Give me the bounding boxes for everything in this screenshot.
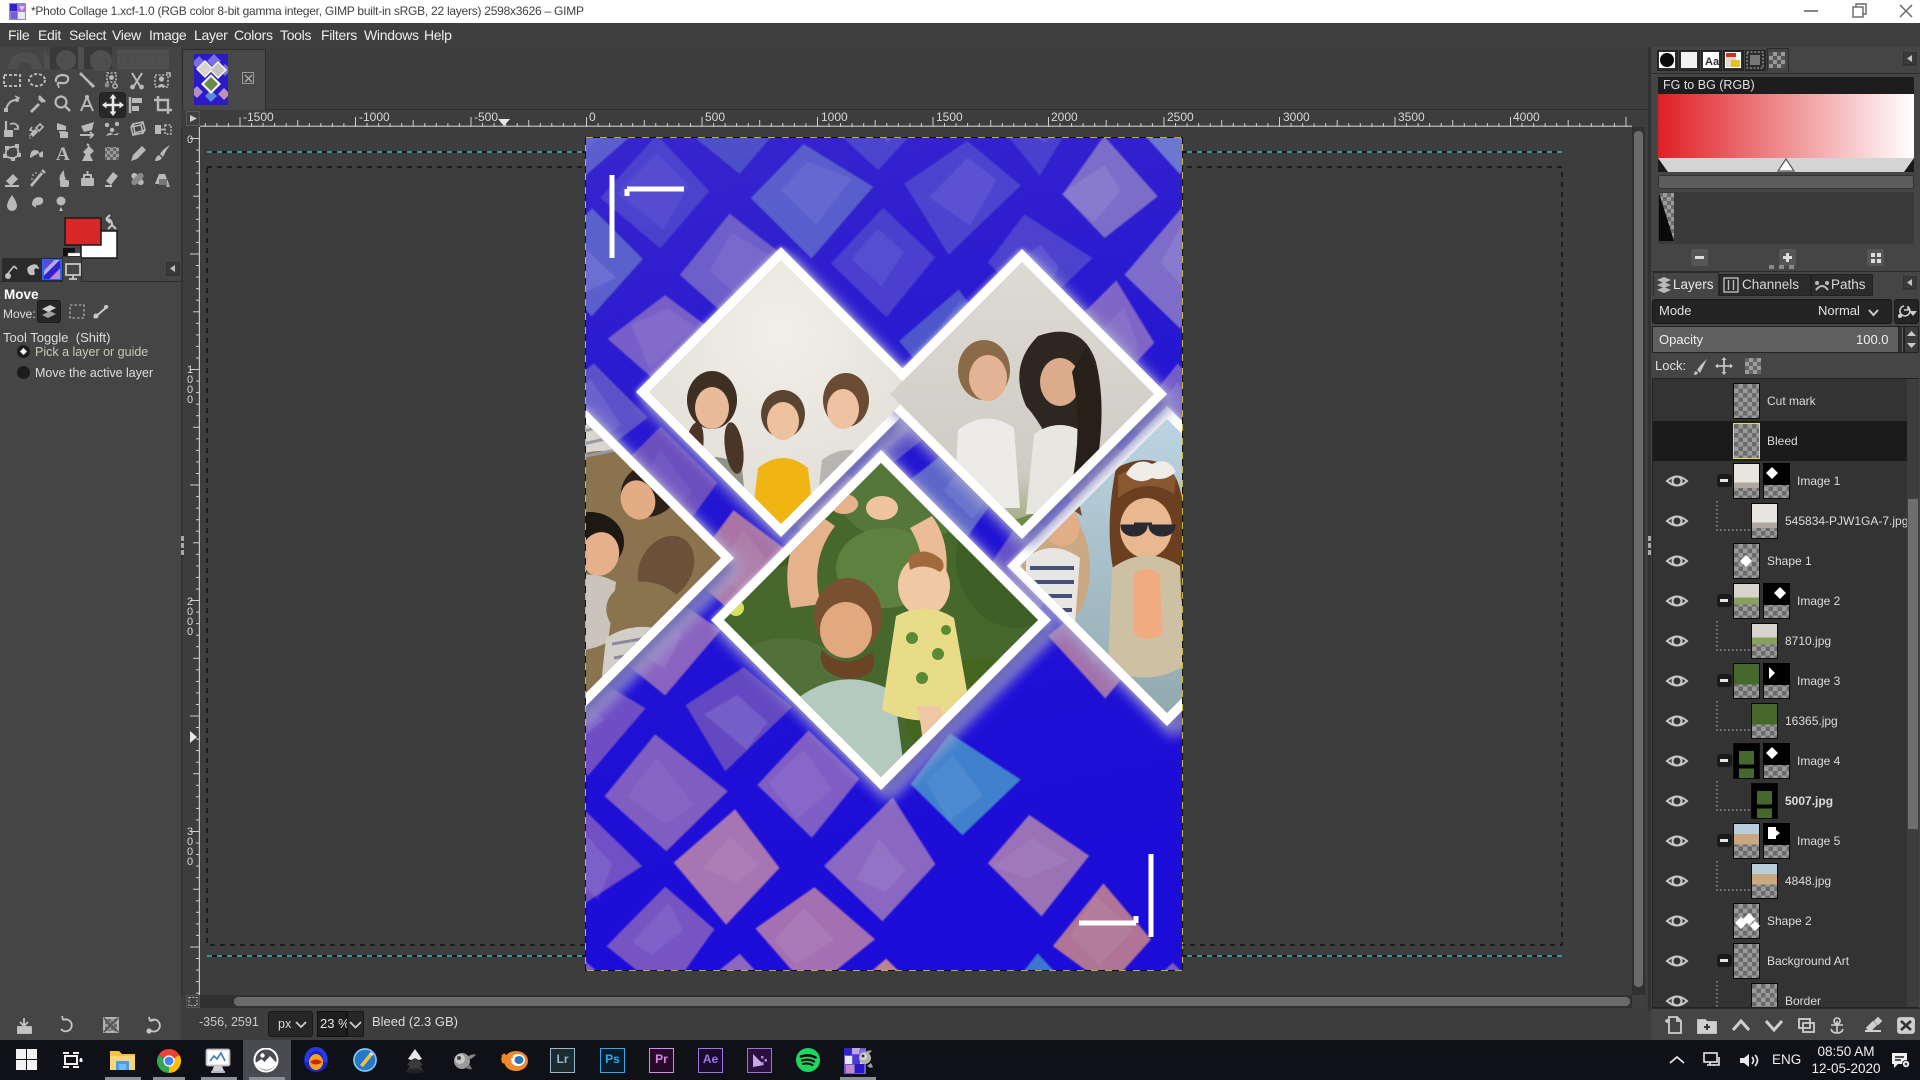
svg-text:0: 0 xyxy=(589,110,596,124)
svg-text:4000: 4000 xyxy=(1513,110,1540,124)
svg-text:2000: 2000 xyxy=(1051,110,1078,124)
svg-text:t: t xyxy=(29,134,31,141)
svg-text:-500: -500 xyxy=(474,110,498,124)
svg-text:0: 0 xyxy=(187,626,193,638)
svg-text:2500: 2500 xyxy=(1167,110,1194,124)
svg-text:-1500: -1500 xyxy=(243,110,274,124)
svg-text:1500: 1500 xyxy=(936,110,963,124)
svg-text:0: 0 xyxy=(187,856,193,868)
svg-text:-1000: -1000 xyxy=(359,110,390,124)
svg-text:Aa: Aa xyxy=(1705,56,1720,68)
svg-text:▴: ▴ xyxy=(166,180,170,189)
svg-text:0: 0 xyxy=(187,394,193,406)
svg-text:3000: 3000 xyxy=(1283,110,1310,124)
svg-text:1000: 1000 xyxy=(821,110,848,124)
svg-text:0: 0 xyxy=(187,134,193,146)
svg-text:500: 500 xyxy=(705,110,725,124)
svg-text:A: A xyxy=(56,144,70,165)
svg-text:3500: 3500 xyxy=(1398,110,1425,124)
